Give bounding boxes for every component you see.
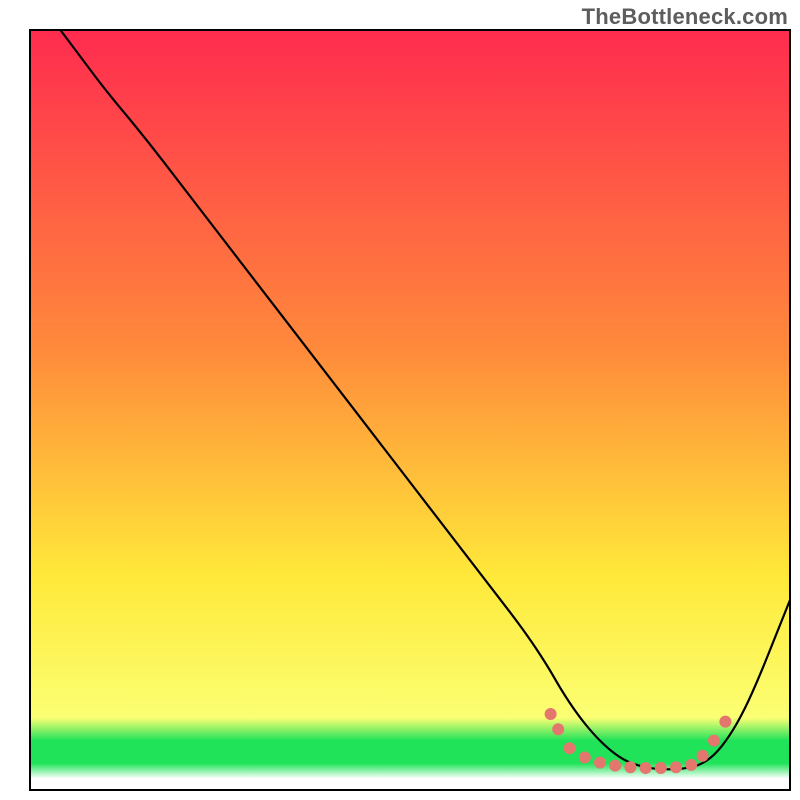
marker-dot: [564, 742, 576, 754]
chart-svg: [0, 0, 800, 800]
marker-dot: [594, 757, 606, 769]
marker-dot: [655, 762, 667, 774]
marker-dot: [719, 716, 731, 728]
marker-dot: [545, 708, 557, 720]
marker-dot: [708, 735, 720, 747]
marker-dot: [670, 761, 682, 773]
marker-dot: [579, 751, 591, 763]
bottleneck-chart: TheBottleneck.com: [0, 0, 800, 800]
watermark-text: TheBottleneck.com: [582, 4, 788, 30]
marker-dot: [624, 761, 636, 773]
marker-dot: [609, 760, 621, 772]
plot-background: [30, 30, 790, 790]
marker-dot: [552, 723, 564, 735]
marker-dot: [640, 762, 652, 774]
marker-dot: [697, 750, 709, 762]
marker-dot: [685, 759, 697, 771]
